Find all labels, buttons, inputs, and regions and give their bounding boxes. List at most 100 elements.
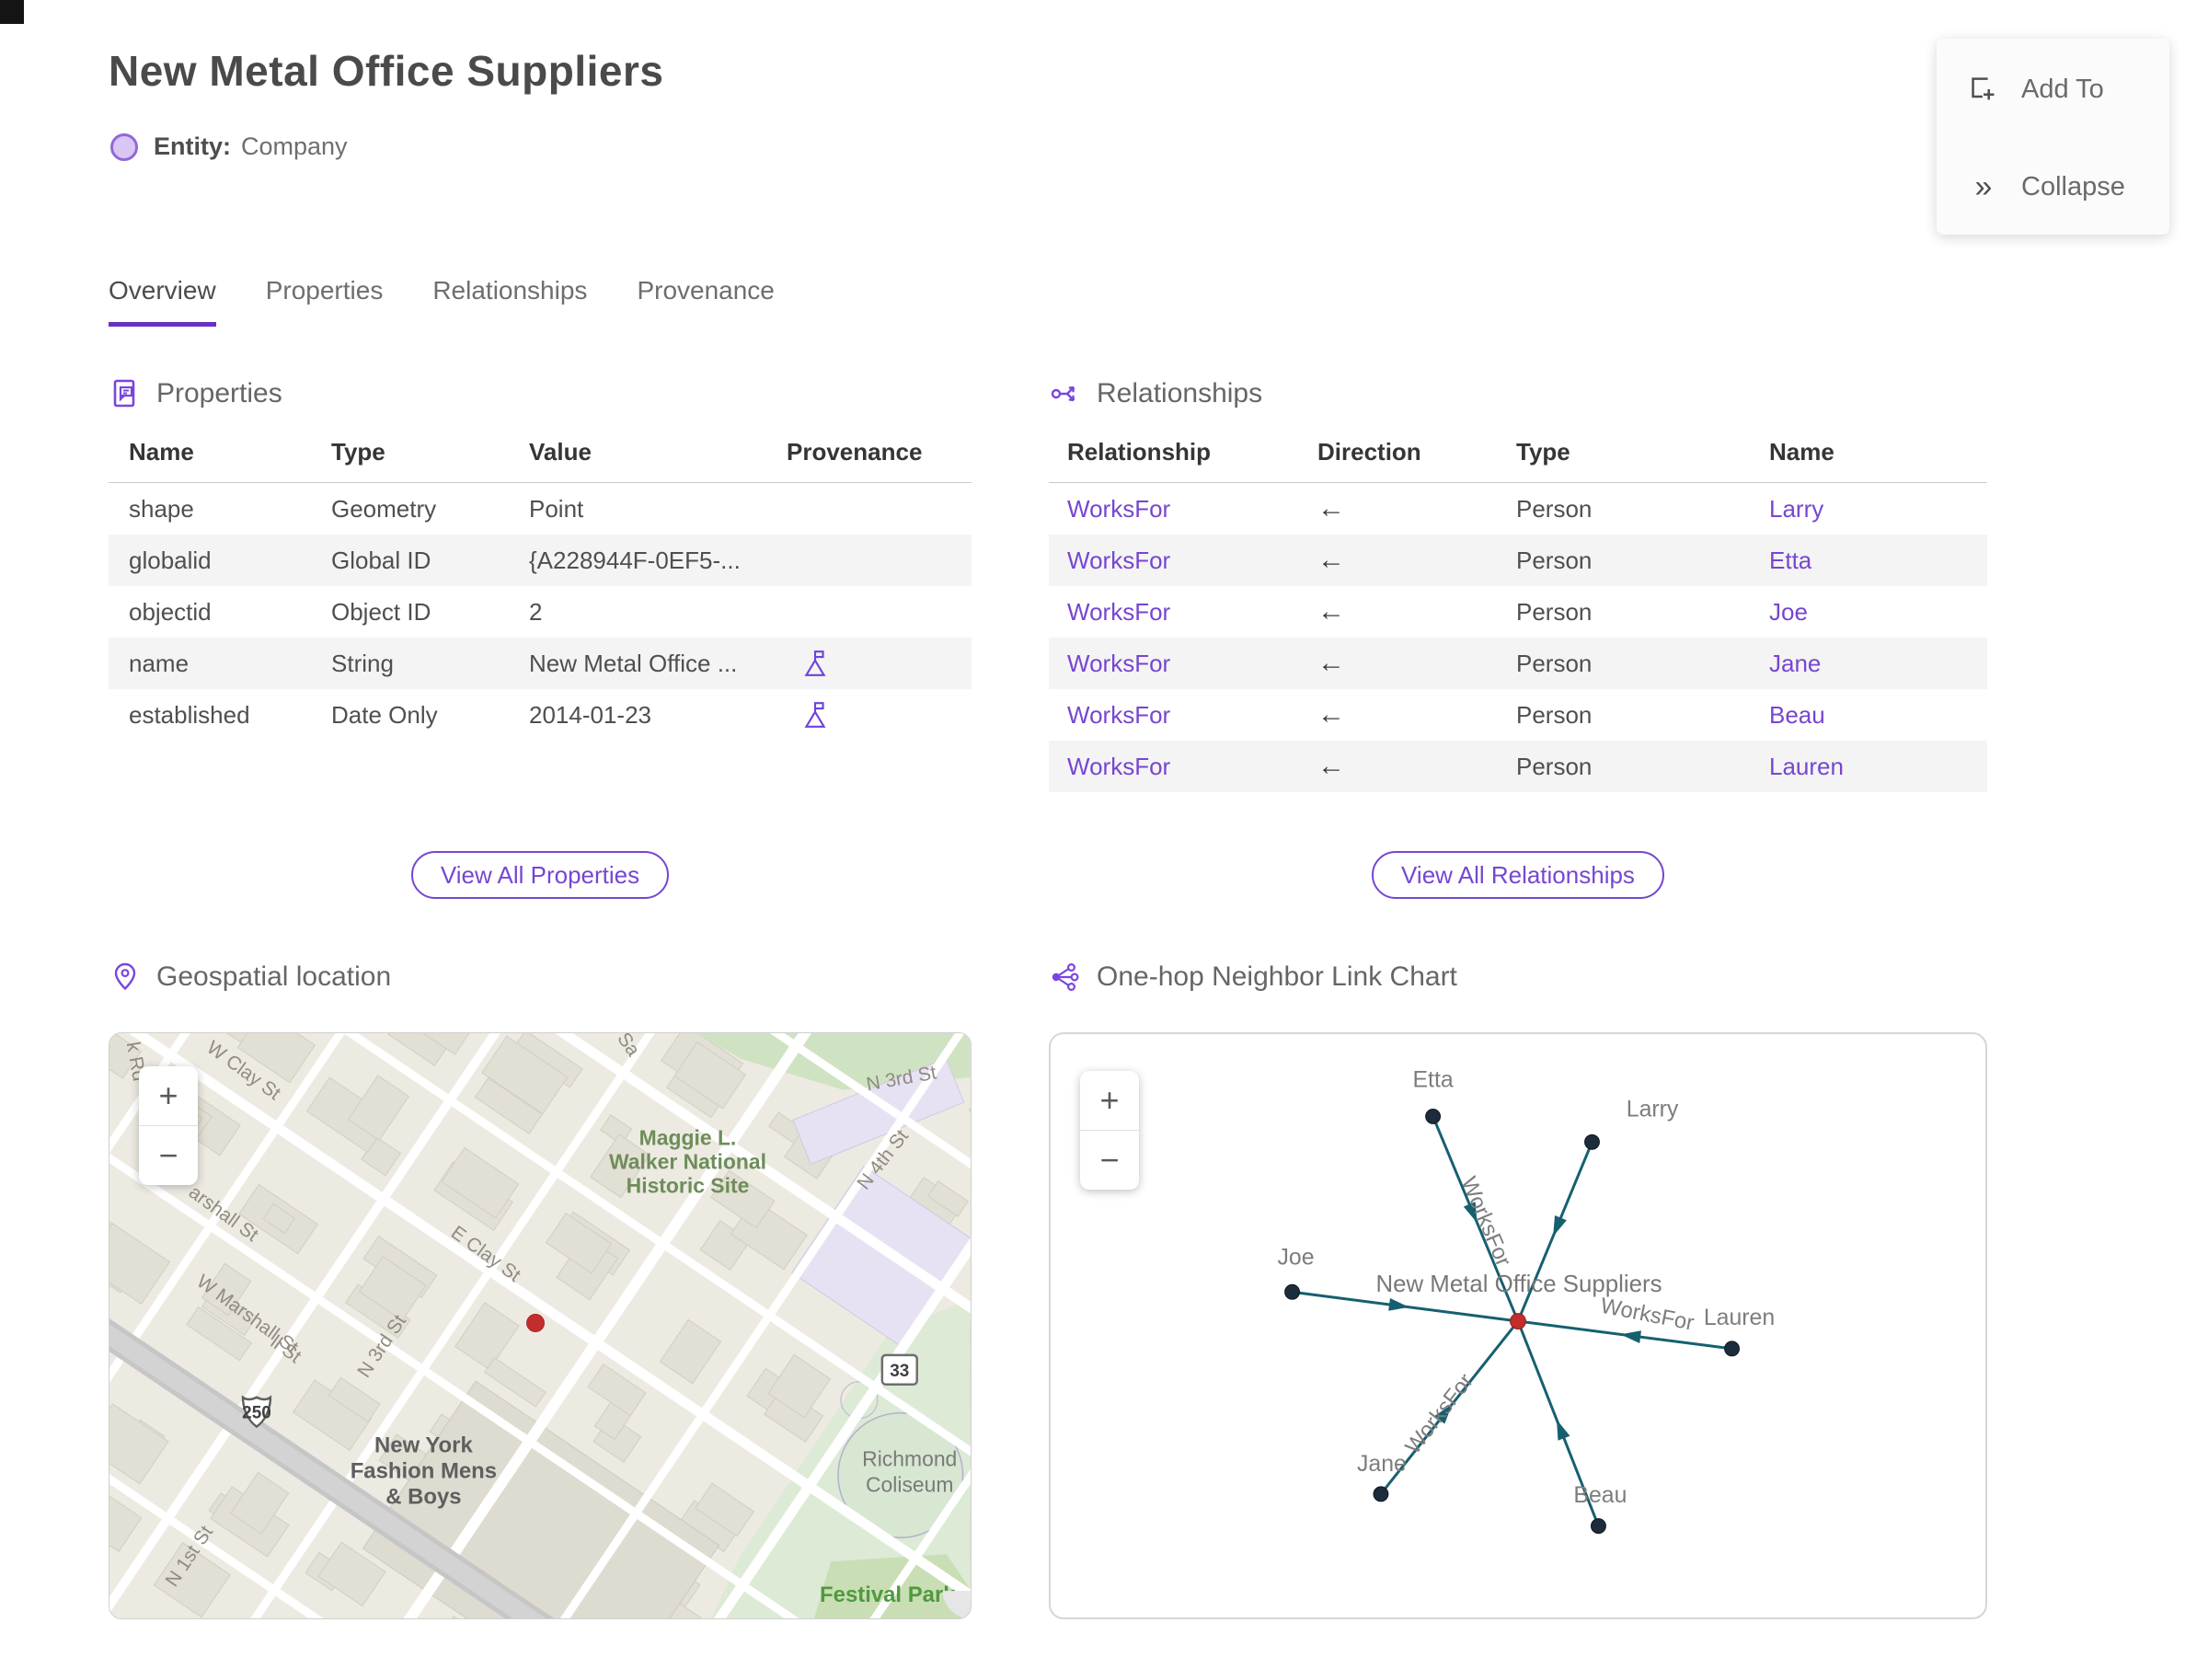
property-value: New Metal Office ... bbox=[529, 649, 738, 677]
chart-node-label: Etta bbox=[1412, 1068, 1453, 1093]
chart-edge-arrow bbox=[1620, 1330, 1641, 1343]
property-type: String bbox=[331, 649, 394, 677]
tab-relationships[interactable]: Relationships bbox=[432, 276, 587, 327]
add-to-icon bbox=[1968, 74, 1999, 105]
map-panel: + − 250 33 k Rd W Clay St Sa arshall St … bbox=[109, 1032, 972, 1619]
relationships-table-header: Relationship Direction Type Name bbox=[1049, 438, 1987, 483]
area-label: Walker National bbox=[609, 1150, 766, 1174]
route-shield-250: 250 bbox=[241, 1395, 272, 1429]
area-label: Fashion Mens bbox=[351, 1458, 497, 1483]
linkchart-canvas[interactable]: WorksForWorksForWorksForNew Metal Office… bbox=[1051, 1034, 1985, 1617]
chart-node-label: Joe bbox=[1278, 1245, 1315, 1270]
direction-arrow: ← bbox=[1317, 545, 1345, 575]
entity-row: Entity: Company bbox=[110, 132, 348, 161]
properties-icon bbox=[113, 379, 135, 408]
context-menu: Add To » Collapse bbox=[1937, 39, 2169, 235]
relationships-icon bbox=[1051, 385, 1075, 402]
map-location-marker bbox=[526, 1314, 545, 1332]
property-provenance bbox=[766, 700, 972, 730]
linkchart-title: One-hop Neighbor Link Chart bbox=[1097, 961, 1457, 992]
direction-arrow: ← bbox=[1317, 751, 1345, 781]
chart-node-beau[interactable] bbox=[1591, 1518, 1606, 1535]
chart-center-label: New Metal Office Suppliers bbox=[1375, 1272, 1662, 1297]
geospatial-title: Geospatial location bbox=[156, 961, 392, 992]
chart-edge-label: WorksFor bbox=[1400, 1369, 1478, 1459]
chart-node-label: Jane bbox=[1357, 1452, 1407, 1477]
chart-node-lauren[interactable] bbox=[1724, 1341, 1740, 1357]
area-label: Festival Park bbox=[820, 1582, 956, 1607]
properties-section: Properties Name Type Value Provenance sh… bbox=[109, 375, 972, 899]
property-value: {A228944F-0EF5-... bbox=[529, 546, 741, 574]
window-corner-artifact bbox=[0, 0, 24, 24]
relationship-row: WorksFor ← Person Etta bbox=[1049, 535, 1987, 586]
relationship-row: WorksFor ← Person Jane bbox=[1049, 638, 1987, 689]
entity-name-link[interactable]: Jane bbox=[1769, 650, 1821, 677]
property-name: name bbox=[129, 649, 190, 677]
chart-edge-arrow bbox=[1556, 1419, 1570, 1441]
entity-name-link[interactable]: Joe bbox=[1769, 598, 1808, 626]
chart-zoom-out-button[interactable]: − bbox=[1080, 1130, 1139, 1190]
relationship-type: Person bbox=[1516, 546, 1593, 574]
direction-arrow: ← bbox=[1317, 596, 1345, 627]
view-all-relationships-button[interactable]: View All Relationships bbox=[1372, 851, 1664, 899]
property-name: objectid bbox=[129, 597, 212, 626]
relationship-link[interactable]: WorksFor bbox=[1067, 701, 1170, 729]
chart-node-jane[interactable] bbox=[1373, 1486, 1389, 1502]
entity-name-link[interactable]: Beau bbox=[1769, 701, 1825, 729]
entity-name-link[interactable]: Etta bbox=[1769, 547, 1811, 574]
chart-edge-label: WorksFor bbox=[1456, 1173, 1516, 1270]
tab-properties[interactable]: Properties bbox=[266, 276, 384, 327]
relationship-link[interactable]: WorksFor bbox=[1067, 598, 1170, 626]
property-type: Object ID bbox=[331, 597, 431, 626]
geospatial-section-header: Geospatial location bbox=[109, 959, 391, 995]
property-value: Point bbox=[529, 494, 584, 523]
page-title: New Metal Office Suppliers bbox=[109, 47, 664, 95]
relationship-type: Person bbox=[1516, 597, 1593, 626]
add-to-button[interactable]: Add To bbox=[1937, 66, 2169, 112]
relationship-row: WorksFor ← Person Larry bbox=[1049, 483, 1987, 535]
relationship-link[interactable]: WorksFor bbox=[1067, 547, 1170, 574]
relationships-table-body: WorksFor ← Person Larry WorksFor ← Person… bbox=[1049, 483, 1987, 792]
chart-zoom-in-button[interactable]: + bbox=[1080, 1071, 1139, 1130]
direction-arrow: ← bbox=[1317, 648, 1345, 678]
provenance-flag-icon[interactable] bbox=[801, 700, 829, 730]
link-chart-icon bbox=[1052, 962, 1079, 992]
relationship-row: WorksFor ← Person Beau bbox=[1049, 689, 1987, 741]
view-all-properties-button[interactable]: View All Properties bbox=[410, 851, 670, 899]
map-zoom-out-button[interactable]: − bbox=[139, 1125, 198, 1185]
entity-name-link[interactable]: Larry bbox=[1769, 495, 1823, 523]
chart-node-joe[interactable] bbox=[1284, 1283, 1300, 1300]
relationship-link[interactable]: WorksFor bbox=[1067, 650, 1170, 677]
chart-zoom-control: + − bbox=[1080, 1071, 1139, 1190]
map-zoom-in-button[interactable]: + bbox=[139, 1066, 198, 1125]
relationship-type: Person bbox=[1516, 649, 1593, 677]
tab-bar: Overview Properties Relationships Proven… bbox=[109, 276, 775, 327]
chart-node-label: Lauren bbox=[1704, 1306, 1775, 1330]
provenance-flag-icon[interactable] bbox=[801, 649, 829, 678]
svg-text:33: 33 bbox=[890, 1362, 909, 1381]
area-label: & Boys bbox=[385, 1484, 461, 1509]
chart-edge-arrow bbox=[1553, 1214, 1567, 1237]
map-canvas[interactable]: 25033k Rd W Clay St Saarshall StW Marshall… bbox=[109, 1033, 971, 1618]
chart-center-node[interactable] bbox=[1510, 1313, 1526, 1329]
tab-provenance[interactable]: Provenance bbox=[637, 276, 774, 327]
relationship-link[interactable]: WorksFor bbox=[1067, 495, 1170, 523]
property-value: 2 bbox=[529, 597, 543, 626]
property-value: 2014-01-23 bbox=[529, 700, 651, 729]
map-zoom-control: + − bbox=[139, 1066, 198, 1185]
area-label: Maggie L. bbox=[639, 1126, 737, 1150]
relationship-link[interactable]: WorksFor bbox=[1067, 753, 1170, 780]
collapse-label: Collapse bbox=[2021, 171, 2125, 201]
chart-node-label: Larry bbox=[1627, 1097, 1679, 1122]
relationships-section: Relationships Relationship Direction Typ… bbox=[1049, 375, 1987, 899]
property-provenance bbox=[766, 649, 972, 678]
chart-edge-label: WorksFor bbox=[1599, 1294, 1696, 1336]
chart-node-larry[interactable] bbox=[1584, 1133, 1600, 1150]
collapse-button[interactable]: » Collapse bbox=[1937, 164, 2169, 210]
tab-overview[interactable]: Overview bbox=[109, 276, 216, 327]
properties-table-body: shape Geometry Point globalid Global ID … bbox=[109, 483, 972, 741]
relationship-row: WorksFor ← Person Joe bbox=[1049, 586, 1987, 638]
entity-name-link[interactable]: Lauren bbox=[1769, 753, 1844, 780]
chart-node-etta[interactable] bbox=[1425, 1108, 1442, 1124]
property-row: objectid Object ID 2 bbox=[109, 586, 972, 638]
